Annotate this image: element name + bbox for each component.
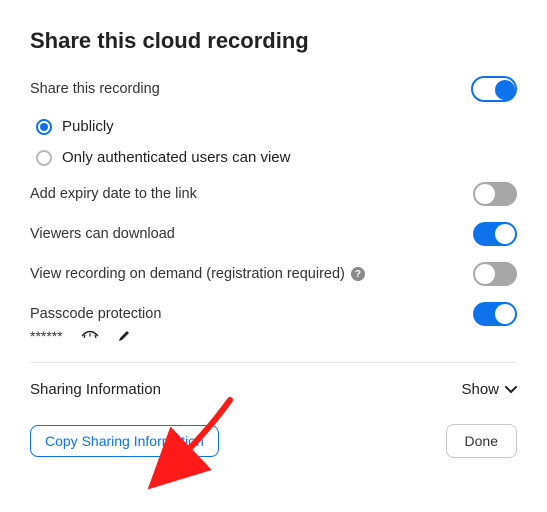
visibility-option-authenticated[interactable]: Only authenticated users can view [36,149,517,166]
divider [30,362,517,363]
visibility-option-public[interactable]: Publicly [36,118,517,135]
passcode-masked-value: ****** [30,328,63,344]
passcode-value-line: ****** [30,328,517,344]
done-button[interactable]: Done [446,424,517,458]
download-label: Viewers can download [30,226,175,242]
share-recording-row: Share this recording [30,76,517,102]
download-row: Viewers can download [30,222,517,246]
on-demand-toggle[interactable] [473,262,517,286]
on-demand-row: View recording on demand (registration r… [30,262,517,286]
sharing-information-toggle-label: Show [461,381,499,398]
sharing-information-label: Sharing Information [30,381,161,398]
passcode-label: Passcode protection [30,306,161,322]
edit-passcode-icon[interactable] [117,329,131,343]
option-label: Only authenticated users can view [62,149,290,166]
copy-sharing-information-button[interactable]: Copy Sharing Information [30,425,219,457]
option-label: Publicly [62,118,114,135]
expiry-label: Add expiry date to the link [30,186,197,202]
share-recording-toggle[interactable] [471,76,517,102]
expiry-row: Add expiry date to the link [30,182,517,206]
expiry-toggle[interactable] [473,182,517,206]
share-recording-label: Share this recording [30,81,160,97]
sharing-information-toggle[interactable]: Show [461,381,517,398]
help-icon[interactable]: ? [351,267,365,281]
chevron-down-icon [505,386,517,394]
passcode-toggle[interactable] [473,302,517,326]
visibility-options: Publicly Only authenticated users can vi… [36,118,517,166]
radio-icon [36,119,52,135]
sharing-information-row: Sharing Information Show [30,381,517,398]
dialog-footer: Copy Sharing Information Done [30,424,517,458]
reveal-passcode-icon[interactable] [81,330,99,342]
download-toggle[interactable] [473,222,517,246]
passcode-row: Passcode protection [30,302,517,326]
dialog-title: Share this cloud recording [30,28,517,54]
on-demand-label: View recording on demand (registration r… [30,266,345,282]
radio-icon [36,150,52,166]
